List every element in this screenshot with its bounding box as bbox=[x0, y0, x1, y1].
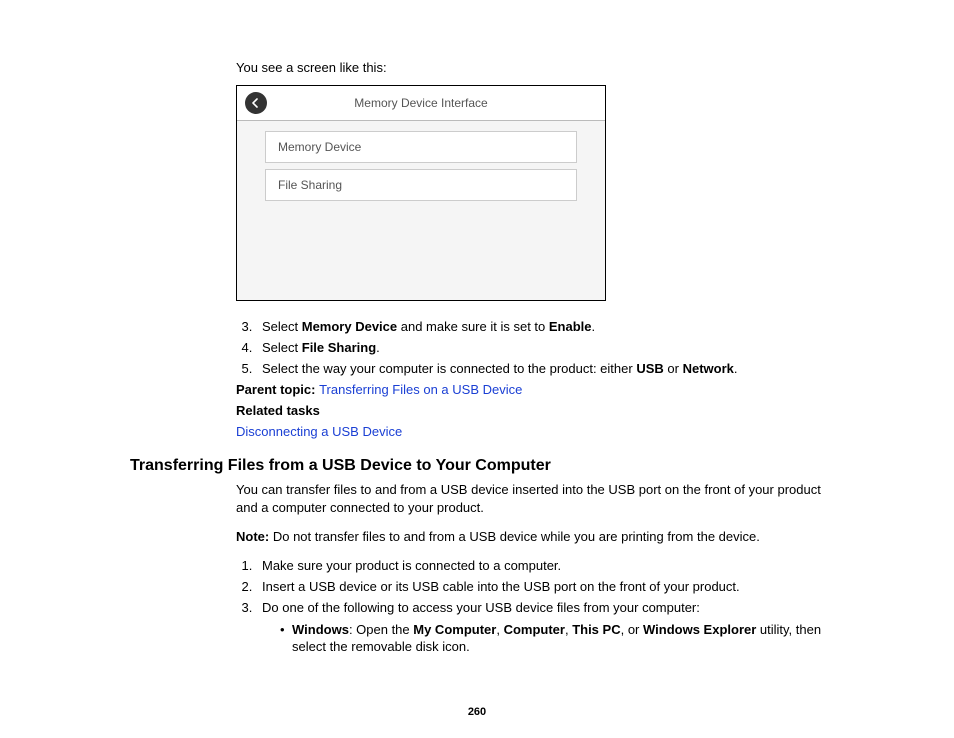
step3-post: . bbox=[592, 319, 596, 334]
screenshot-body: Memory Device File Sharing bbox=[237, 121, 605, 217]
step3-bold2: Enable bbox=[549, 319, 592, 334]
bullet-b2: My Computer bbox=[413, 622, 496, 637]
page-number: 260 bbox=[0, 706, 954, 718]
intro-text: You see a screen like this: bbox=[236, 60, 834, 75]
step5-post: . bbox=[734, 361, 738, 376]
bullet-b4: This PC bbox=[572, 622, 620, 637]
screenshot-row-file-sharing: File Sharing bbox=[265, 169, 577, 201]
note-label: Note: bbox=[236, 529, 273, 544]
related-task-link[interactable]: Disconnecting a USB Device bbox=[236, 424, 402, 439]
bullet-t1: : Open the bbox=[349, 622, 413, 637]
step3-bold1: Memory Device bbox=[302, 319, 397, 334]
section-heading: Transferring Files from a USB Device to … bbox=[130, 457, 834, 475]
bullet-t2: , bbox=[496, 622, 503, 637]
screenshot-title: Memory Device Interface bbox=[237, 96, 605, 110]
screenshot-row-memory-device: Memory Device bbox=[265, 131, 577, 163]
step-5: Select the way your computer is connecte… bbox=[256, 361, 834, 376]
step-4: Select File Sharing. bbox=[256, 340, 834, 355]
step3-pre: Select bbox=[262, 319, 302, 334]
steps-list-b: Make sure your product is connected to a… bbox=[236, 558, 834, 615]
related-tasks-label: Related tasks bbox=[236, 403, 320, 418]
sub-bullet-windows: Windows: Open the My Computer, Computer,… bbox=[280, 621, 834, 656]
step5-mid: or bbox=[664, 361, 683, 376]
parent-topic-label: Parent topic: bbox=[236, 382, 319, 397]
step-3: Select Memory Device and make sure it is… bbox=[256, 319, 834, 334]
step4-pre: Select bbox=[262, 340, 302, 355]
steps-list-a: Select Memory Device and make sure it is… bbox=[236, 319, 834, 376]
screenshot-titlebar: Memory Device Interface bbox=[237, 86, 605, 121]
bullet-b3: Computer bbox=[504, 622, 565, 637]
step4-bold1: File Sharing bbox=[302, 340, 376, 355]
stepb-2: Insert a USB device or its USB cable int… bbox=[256, 579, 834, 594]
bullet-b1: Windows bbox=[292, 622, 349, 637]
related-tasks-link-line: Disconnecting a USB Device bbox=[236, 424, 834, 439]
related-tasks-label-line: Related tasks bbox=[236, 403, 834, 418]
step5-bold1: USB bbox=[636, 361, 663, 376]
step3-mid: and make sure it is set to bbox=[397, 319, 549, 334]
stepb-3: Do one of the following to access your U… bbox=[256, 600, 834, 615]
embedded-screenshot: Memory Device Interface Memory Device Fi… bbox=[236, 85, 606, 301]
bullet-t4: , or bbox=[621, 622, 643, 637]
stepb-1: Make sure your product is connected to a… bbox=[256, 558, 834, 573]
note-paragraph: Note: Do not transfer files to and from … bbox=[236, 528, 834, 546]
note-text: Do not transfer files to and from a USB … bbox=[273, 529, 760, 544]
step4-post: . bbox=[376, 340, 380, 355]
parent-topic-link[interactable]: Transferring Files on a USB Device bbox=[319, 382, 522, 397]
bullet-b5: Windows Explorer bbox=[643, 622, 756, 637]
parent-topic-line: Parent topic: Transferring Files on a US… bbox=[236, 382, 834, 397]
step5-bold2: Network bbox=[683, 361, 734, 376]
section-intro-paragraph: You can transfer files to and from a USB… bbox=[236, 481, 834, 516]
step5-pre: Select the way your computer is connecte… bbox=[262, 361, 636, 376]
